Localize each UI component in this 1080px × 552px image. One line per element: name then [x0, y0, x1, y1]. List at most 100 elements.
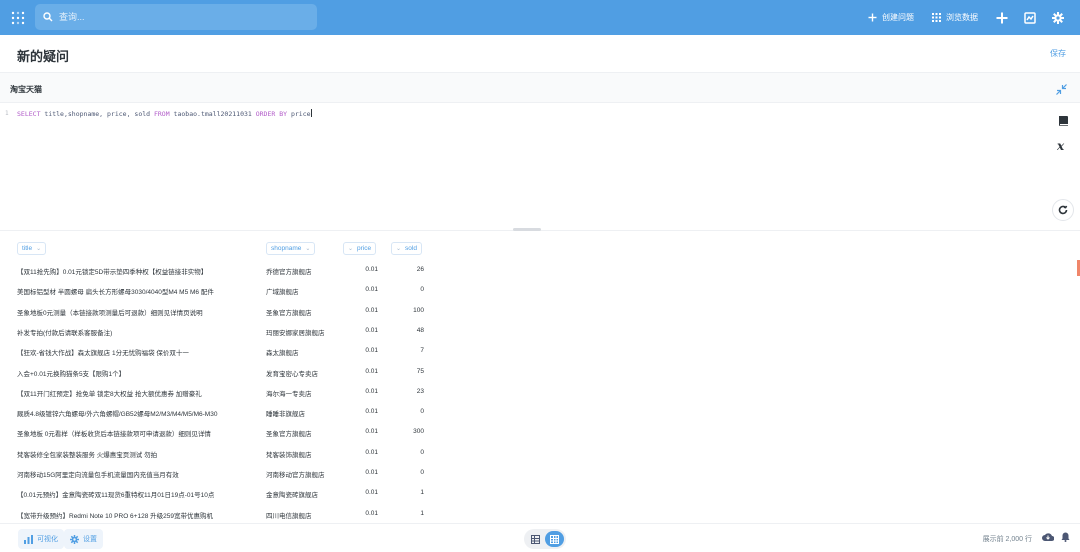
search-input[interactable] [59, 12, 299, 22]
table-row[interactable]: 入会+0.01元换购猫条5支【限购1个】 发育宝密心专卖店 0.01 75 [0, 362, 1080, 382]
table-row[interactable]: 河南移动15G阿里定向流量包手机流量国内充值当月有效 河南移动官方旗舰店 0.01 0 [0, 463, 1080, 483]
settings-label: 设置 [83, 536, 97, 543]
cell-title: 【双11开门红预定】抢免单 锁定8大权益 抢大额优惠券 加赠豪礼 [17, 390, 202, 398]
activity-icon[interactable] [1024, 11, 1036, 24]
cell-price: 0.01 [365, 266, 378, 273]
cell-price: 0.01 [365, 448, 378, 456]
grid-view-toggle[interactable] [545, 531, 564, 547]
bell-icon[interactable] [1061, 532, 1070, 542]
sql-text: title,shopname, price, sold [40, 110, 154, 118]
table-row[interactable]: 美国标铝型材 半圆螺母 扁头长方形螺母3030/4040型M4 M5 M6 配件… [0, 280, 1080, 300]
cell-title: 梵客装修全包家装整装服务 火爆惠宝页测试 勿拍 [17, 451, 158, 459]
new-plus-icon[interactable] [996, 12, 1008, 24]
cell-price: 0.01 [365, 489, 378, 497]
cell-sold: 23 [416, 387, 424, 395]
cell-title: 入会+0.01元换购猫条5支【限购1个】 [17, 370, 126, 378]
cell-sold: 0 [420, 286, 424, 294]
table-row[interactable]: 【0.01元预约】金意陶瓷砖双11现货6重特权11月01日19点-01号10点金… [0, 483, 1080, 503]
cell-sold: 26 [416, 266, 424, 273]
create-question-button[interactable]: 创建问题 [868, 12, 914, 23]
cell-title: 【宽带升级预约】Redmi Note 10 PRO 6+128 升级259宽带优… [17, 512, 213, 520]
chart-icon [24, 534, 33, 544]
visualize-label: 可视化 [37, 536, 58, 543]
grid-icon [932, 13, 941, 22]
download-icon[interactable] [1042, 532, 1054, 542]
cell-title: 补发专拍(付款后请联系客服备注) [17, 329, 113, 337]
table-row[interactable]: 圣象地板0元测量（本链接款项测量后可退款）细则见详情页说明 圣象官方旗舰店 0.01… [0, 301, 1080, 321]
table-row[interactable]: 圣象地板 0元看样（样板收货后本链接款项可申请退款）细则见详情 圣象官方旗舰店 0.… [0, 422, 1080, 442]
column-header-title[interactable]: title ⌄ [17, 242, 47, 255]
cell-sold: 1 [420, 489, 424, 497]
table-row[interactable]: 【双11开门红预定】抢免单 锁定8大权益 抢大额优惠券 加赠豪礼 海尔海一专卖店 0… [0, 382, 1080, 402]
line-number: 1 [5, 110, 9, 117]
cell-price: 0.01 [365, 286, 378, 294]
table-row[interactable]: 【双11抢先购】0.01元锁定5D带示垫四季种权【权益链接非实物】 乔德官方旗舰店… [0, 260, 1080, 280]
column-header-label: title [22, 245, 33, 252]
column-header-shopname[interactable]: shopname ⌄ [266, 242, 316, 255]
resize-handle[interactable] [513, 228, 541, 231]
browse-data-label: 浏览数据 [946, 13, 978, 22]
cell-title: 河南移动15G阿里定向流量包手机流量国内充值当月有效 [17, 472, 179, 479]
cell-price: 0.01 [365, 408, 378, 416]
data-reference-icon[interactable] [1058, 115, 1069, 127]
column-header-price[interactable]: ⌄ price [343, 242, 377, 255]
collapse-editor-icon[interactable] [1056, 82, 1067, 100]
sql-code[interactable]: SELECT title,shopname, price, sold FROM … [17, 109, 312, 118]
database-header: 淘宝天猫 [0, 73, 1080, 103]
search-bar[interactable] [35, 4, 317, 30]
cell-price: 0.01 [365, 509, 378, 517]
chevron-down-icon: ⌄ [348, 246, 354, 252]
gear-icon[interactable] [1052, 11, 1064, 24]
table-row[interactable]: 【宽带升级预约】Redmi Note 10 PRO 6+128 升级259宽带优… [0, 504, 1080, 524]
cell-title: 美国标铝型材 半圆螺母 扁头长方形螺母3030/4040型M4 M5 M6 配件 [17, 289, 214, 297]
sql-keyword: SELECT [17, 110, 41, 118]
table-view-toggle[interactable] [526, 531, 545, 547]
sql-text: price [287, 110, 311, 118]
cell-sold: 100 [413, 306, 424, 314]
sql-keyword: ORDER BY [255, 110, 288, 118]
results-table: title ⌄ shopname ⌄ ⌄ price ⌄ sold 【双11抢先购】0.… [0, 236, 1080, 523]
text-cursor [310, 109, 312, 117]
create-question-label: 创建问题 [882, 13, 914, 22]
cell-sold: 48 [416, 326, 424, 334]
database-selector[interactable]: 淘宝天猫 [10, 84, 42, 95]
search-icon [43, 12, 53, 22]
sql-editor[interactable]: 1 SELECT title,shopname, price, sold FRO… [0, 103, 1080, 230]
cell-sold: 300 [413, 428, 424, 436]
gear-icon [70, 534, 79, 544]
column-header-label: sold [405, 245, 417, 252]
question-header: 新的疑问 保存 [0, 35, 1080, 73]
column-header-sold[interactable]: ⌄ sold [391, 242, 422, 255]
save-button[interactable]: 保存 [1050, 48, 1066, 59]
cell-title: 【双11抢先购】0.01元锁定5D带示垫四季种权【权益链接非实物】 [17, 269, 208, 276]
cell-sold: 0 [420, 448, 424, 456]
cell-price: 0.01 [365, 387, 378, 395]
cell-price: 0.01 [365, 469, 378, 476]
editor-sidebar: x [1057, 115, 1069, 164]
cell-sold: 0 [420, 469, 424, 476]
cell-sold: 75 [416, 367, 424, 375]
cell-price: 0.01 [365, 326, 378, 334]
run-query-button[interactable] [1052, 199, 1074, 221]
chevron-down-icon: ⌄ [396, 246, 402, 252]
variables-icon[interactable]: x [1057, 140, 1069, 151]
settings-button[interactable]: 设置 [64, 529, 103, 549]
table-row[interactable]: 梵客装修全包家装整装服务 火爆惠宝页测试 勿拍 梵客装饰旗舰店 0.01 0 [0, 443, 1080, 463]
page-title: 新的疑问 [17, 49, 70, 64]
table-row[interactable]: 厩质4.8级镀锌六角螺母/外六角螺帽/GB52螺母M2/M3/M4/M5/M6-… [0, 402, 1080, 422]
cell-sold: 7 [420, 347, 424, 355]
top-nav: 创建问题 浏览数据 [0, 0, 1080, 35]
visualize-button[interactable]: 可视化 [18, 529, 64, 549]
browse-data-button[interactable]: 浏览数据 [932, 12, 978, 23]
metabase-logo-icon[interactable] [1, 0, 35, 35]
view-toggle [524, 529, 566, 549]
cell-sold: 1 [420, 509, 424, 517]
plus-icon [868, 13, 877, 22]
cell-price: 0.01 [365, 367, 378, 375]
table-row[interactable]: 【狂欢-省钱大作战】森太旗舰店 1分无忧购福袋 保价双十一 森太旗舰店 0.01 7 [0, 341, 1080, 361]
table-row[interactable]: 补发专拍(付款后请联系客服备注) 玛丽安娜家居旗舰店 0.01 48 [0, 321, 1080, 341]
column-header-label: shopname [271, 245, 302, 252]
cell-title: 厩质4.8级镀锌六角螺母/外六角螺帽/GB52螺母M2/M3/M4/M5/M6-… [17, 411, 218, 419]
cell-price: 0.01 [365, 306, 378, 314]
footer-bar: 可视化 设置 展示前 2,000 行 [0, 523, 1080, 552]
